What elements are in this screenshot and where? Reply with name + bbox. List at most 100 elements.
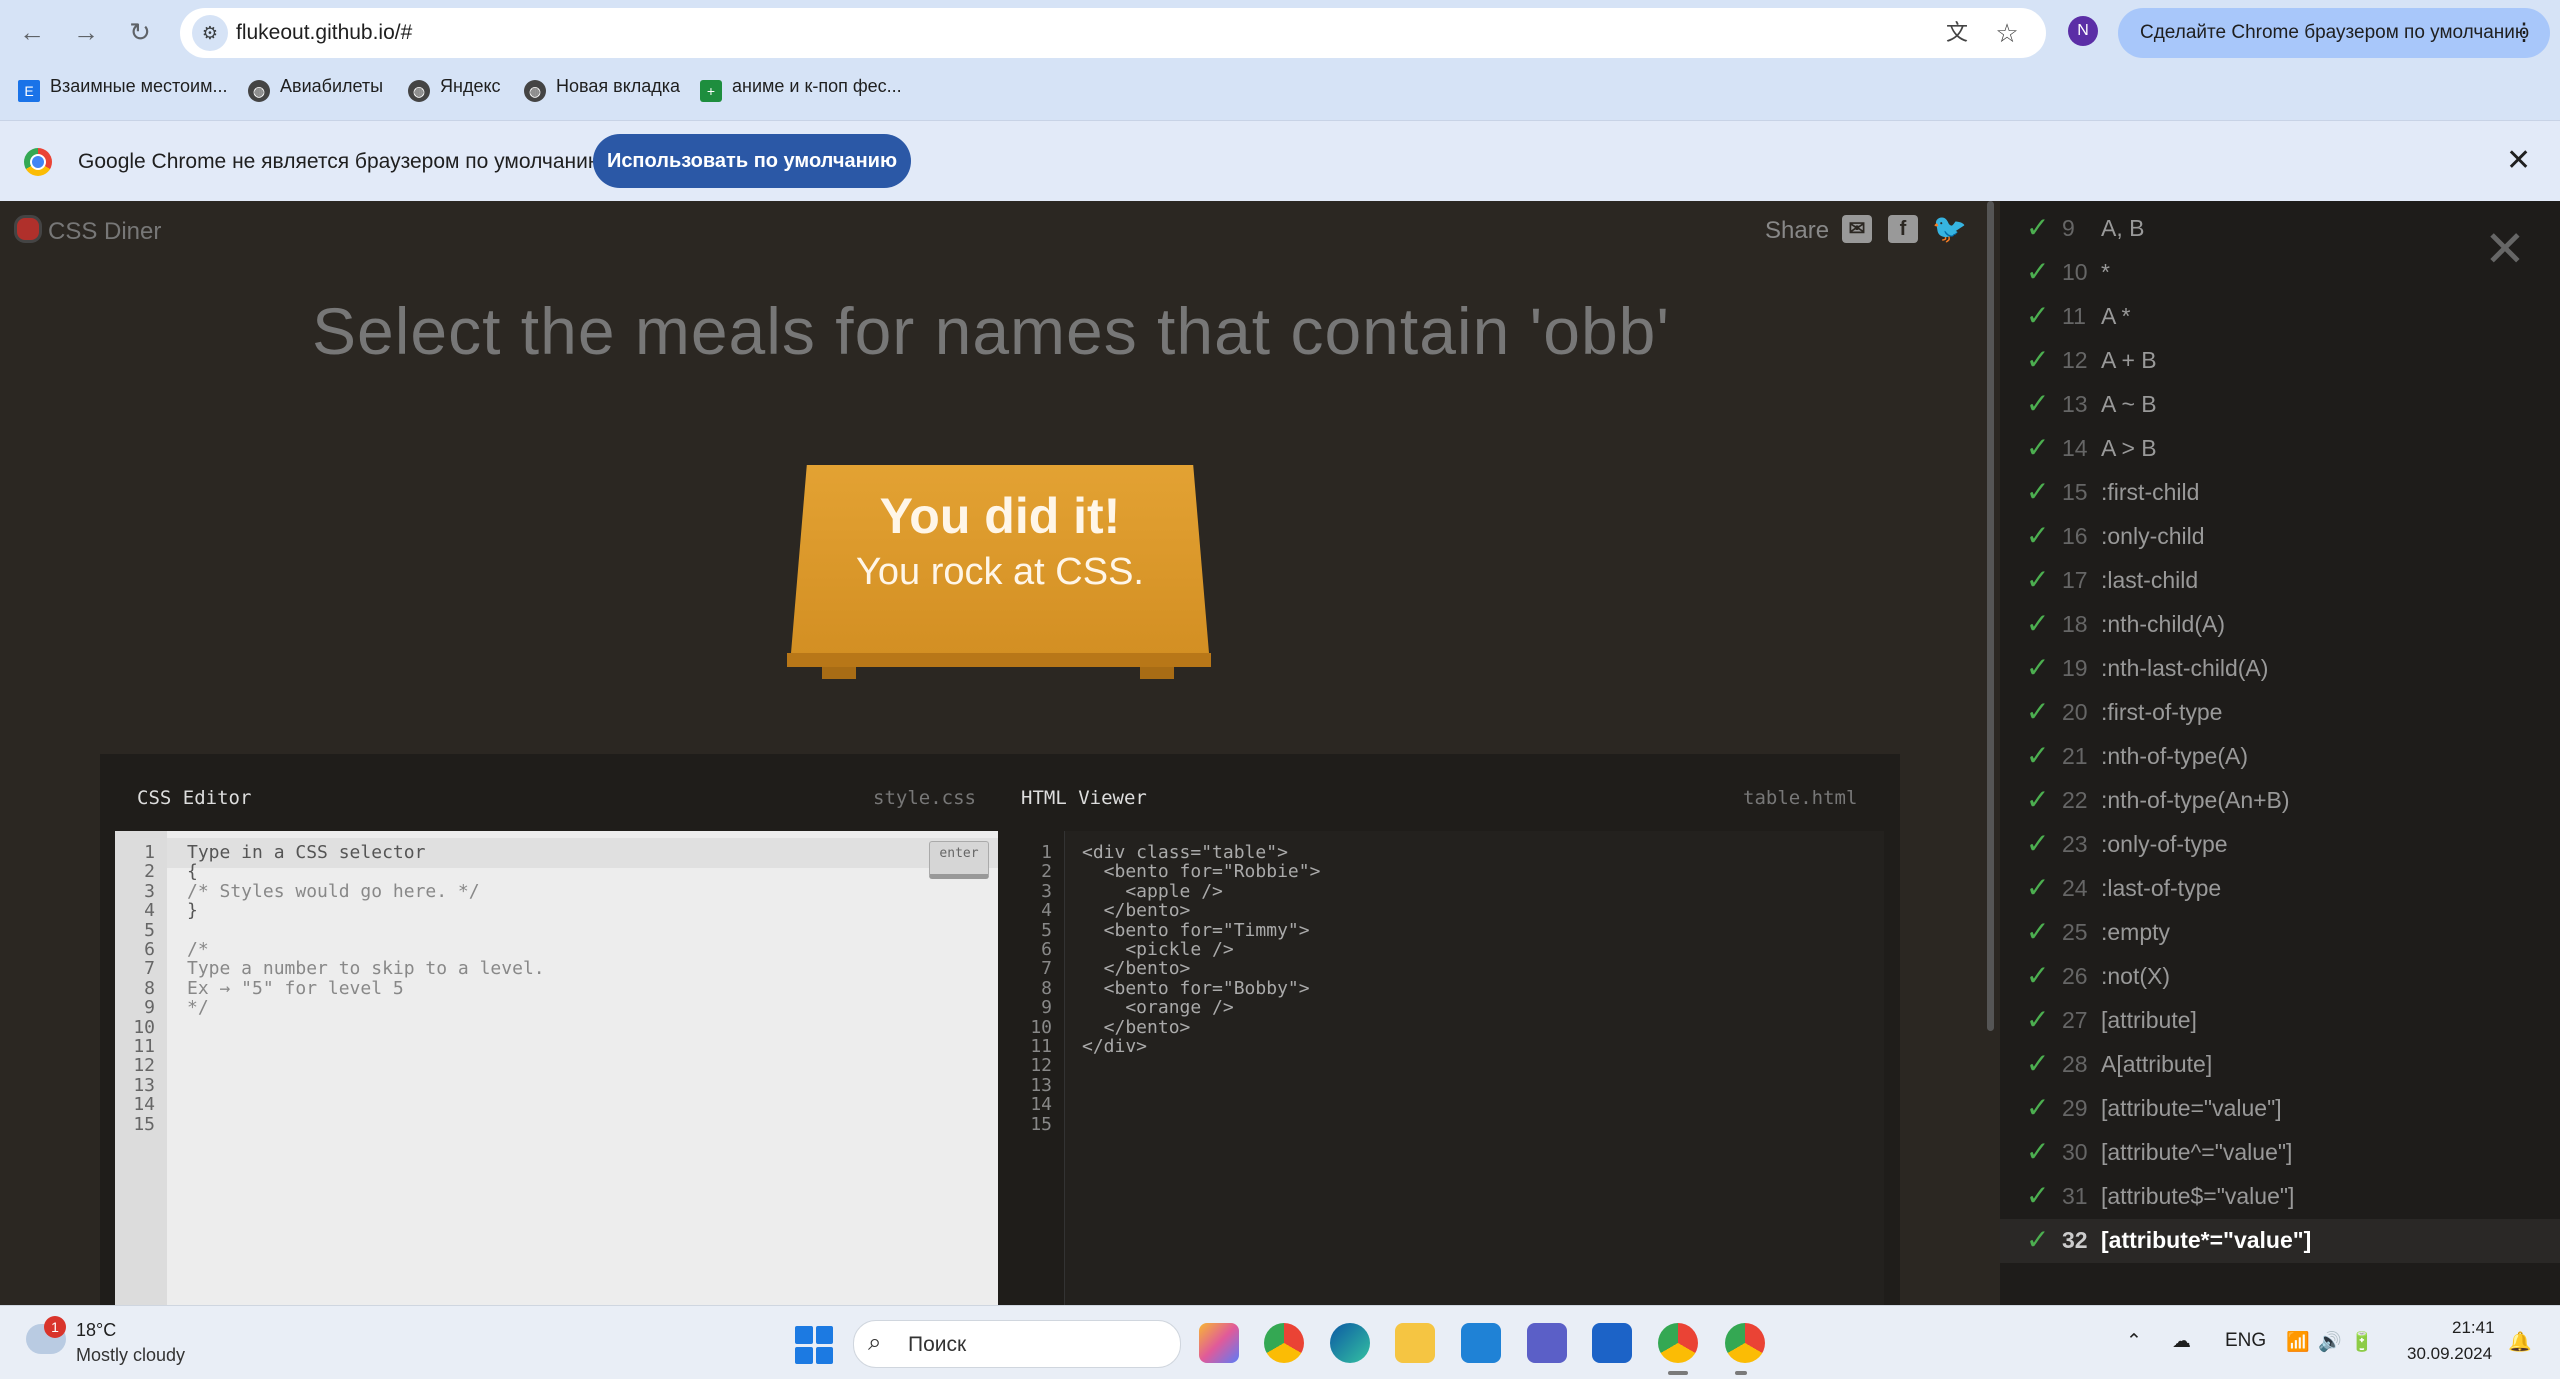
css-editor: 1 2 3 4 5 6 7 8 9 10 11 12 13 14 15 {/* Styles would g… [115,831,998,1305]
line-number: 4 [144,900,155,922]
address-bar[interactable]: ⚙ flukeout.github.io/# 文 ☆ [180,8,2046,58]
language-indicator[interactable]: ENG [2225,1330,2266,1352]
scrollbar[interactable] [1982,201,2000,1305]
enter-button[interactable]: enter [929,841,989,879]
email-icon[interactable]: ✉ [1842,215,1872,243]
level-name: A ~ B [2101,391,2157,417]
close-icon[interactable]: ✕ [2484,224,2526,274]
bookmark-item[interactable]: ◍ Авиабилеты [248,76,383,102]
notification-bell-icon[interactable]: 🔔 [2508,1330,2532,1354]
chevron-up-icon[interactable]: ⌃ [2126,1330,2142,1353]
taskbar-search[interactable]: ⌕ Поиск [853,1320,1181,1368]
level-item-30[interactable]: ✓ 30 [attribute^="value"] [2000,1131,2560,1175]
vscode-icon[interactable] [1461,1323,1501,1363]
url-text[interactable]: flukeout.github.io/# [236,21,412,45]
css-code-line: } [187,900,198,922]
volume-icon[interactable]: 🔊 [2318,1330,2342,1354]
store-icon[interactable] [1592,1323,1632,1363]
facebook-icon[interactable]: f [1888,215,1918,243]
level-item-23[interactable]: ✓ 23:only-of-type [2000,823,2560,867]
level-item-9[interactable]: ✓ 9 A, B [2000,207,2560,251]
level-item-26[interactable]: ✓ 26:not(X) [2000,955,2560,999]
line-number: 7 [1041,958,1052,980]
line-number: 9 [144,997,155,1019]
level-name: [attribute^="value"] [2101,1139,2293,1165]
forward-icon[interactable]: → [68,14,104,50]
level-item-32[interactable]: ✓ 32 [attribute*="value"] [2000,1219,2560,1263]
level-item-13[interactable]: ✓ 13 A ~ B [2000,383,2560,427]
chrome-icon[interactable] [1264,1323,1304,1363]
level-item-20[interactable]: ✓ 20:first-of-type [2000,691,2560,735]
level-item-19[interactable]: ✓ 19:nth-last-child(A) [2000,647,2560,691]
logo[interactable]: CSS Diner [14,215,161,246]
level-item-22[interactable]: ✓ 22:nth-of-type(An+B) [2000,779,2560,823]
level-item-27[interactable]: ✓ 27 [attribute] [2000,999,2560,1043]
taskbar: 1 18°C Mostly cloudy ⌕ Поиск ⌃ ☁ ENG 📶 🔊… [0,1305,2560,1379]
battery-icon[interactable]: 🔋 [2350,1330,2374,1354]
reload-icon[interactable]: ↻ [122,14,158,50]
bookmark-item[interactable]: + аниме и к-поп фес... [700,76,902,102]
level-name: :first-of-type [2101,699,2223,725]
level-item-25[interactable]: ✓ 25:empty [2000,911,2560,955]
bookmark-item[interactable]: ◍ Новая вкладка [524,76,680,102]
onedrive-icon[interactable]: ☁ [2172,1330,2191,1353]
translate-icon[interactable]: 文 [1942,18,1972,48]
level-item-16[interactable]: ✓ 16:only-child [2000,515,2560,559]
back-icon[interactable]: ← [14,14,50,50]
level-item-29[interactable]: ✓ 29 [attribute="value"] [2000,1087,2560,1131]
level-item-11[interactable]: ✓ 11 A * [2000,295,2560,339]
level-name: A[attribute] [2101,1051,2213,1077]
checkmark-icon: ✓ [2026,1180,2050,1211]
level-item-12[interactable]: ✓ 12 A + B [2000,339,2560,383]
html-code-line: <div class="table"> [1082,842,1288,863]
file-explorer-icon[interactable] [1395,1323,1435,1363]
checkmark-icon: ✓ [2026,520,2050,551]
html-code-line: <bento for="Timmy"> [1082,919,1310,941]
table-edge [787,653,1211,667]
level-item-10[interactable]: ✓ 10 * [2000,251,2560,295]
profile-avatar[interactable]: N [2068,16,2098,46]
html-code-line: </bento> [1082,958,1191,980]
level-item-14[interactable]: ✓ 14 A > B [2000,427,2560,471]
site-info-icon[interactable]: ⚙ [192,15,228,51]
weather-temperature[interactable]: 18°C [76,1320,116,1341]
weather-description[interactable]: Mostly cloudy [76,1345,185,1366]
level-item-17[interactable]: ✓ 17:last-child [2000,559,2560,603]
use-default-button[interactable]: Использовать по умолчанию [593,134,911,188]
level-item-28[interactable]: ✓ 28 A[attribute] [2000,1043,2560,1087]
bookmark-star-icon[interactable]: ☆ [1992,18,2022,48]
chrome-profile-icon[interactable] [1658,1323,1698,1363]
css-selector-input[interactable] [187,842,927,863]
bookmark-label: Авиабилеты [280,76,384,96]
level-item-21[interactable]: ✓ 21:nth-of-type(A) [2000,735,2560,779]
html-file-name: table.html [1743,787,1858,809]
level-name: :nth-of-type(An+B) [2101,787,2290,813]
scrollbar-thumb[interactable] [1987,201,1994,1031]
bookmark-item[interactable]: ◍ Яндекс [408,76,501,102]
level-list: ✓ 9 A, B ✓ 10 * ✓ 11 A * ✓ 12 A + B ✓ 13 A ~ B ✓ 14 A > B… [2000,201,2560,1305]
clock-date[interactable]: 30.09.2024 [2407,1344,2492,1364]
teams-icon[interactable] [1527,1323,1567,1363]
bookmark-item[interactable]: E Взаимные местоим... [18,76,227,102]
level-name: [attribute$="value"] [2101,1183,2295,1209]
kebab-menu-icon[interactable]: ⋮ [2512,18,2536,47]
chrome-profile-icon[interactable] [1725,1323,1765,1363]
windows-start-icon[interactable] [795,1326,833,1364]
level-item-18[interactable]: ✓ 18:nth-child(A) [2000,603,2560,647]
level-item-24[interactable]: ✓ 24:last-of-type [2000,867,2560,911]
level-name: :last-child [2101,567,2199,593]
twitter-icon[interactable]: 🐦 [1932,215,1967,243]
edge-icon[interactable] [1330,1323,1370,1363]
level-item-31[interactable]: ✓ 31 [attribute$="value"] [2000,1175,2560,1219]
close-icon[interactable]: ✕ [2506,143,2531,178]
css-code-line: Ex → "5" for level 5 [187,977,404,999]
level-item-15[interactable]: ✓ 15:first-child [2000,471,2560,515]
copilot-icon[interactable] [1199,1323,1239,1363]
line-number: 11 [1030,1036,1052,1057]
clock-time[interactable]: 21:41 [2452,1318,2495,1338]
line-number: 6 [1041,939,1052,960]
wifi-icon[interactable]: 📶 [2286,1330,2310,1354]
level-name: A > B [2101,435,2157,461]
css-editor-title: CSS Editor [137,787,252,809]
set-default-browser-button[interactable]: Сделайте Chrome браузером по умолчанию ⋮ [2118,8,2550,58]
